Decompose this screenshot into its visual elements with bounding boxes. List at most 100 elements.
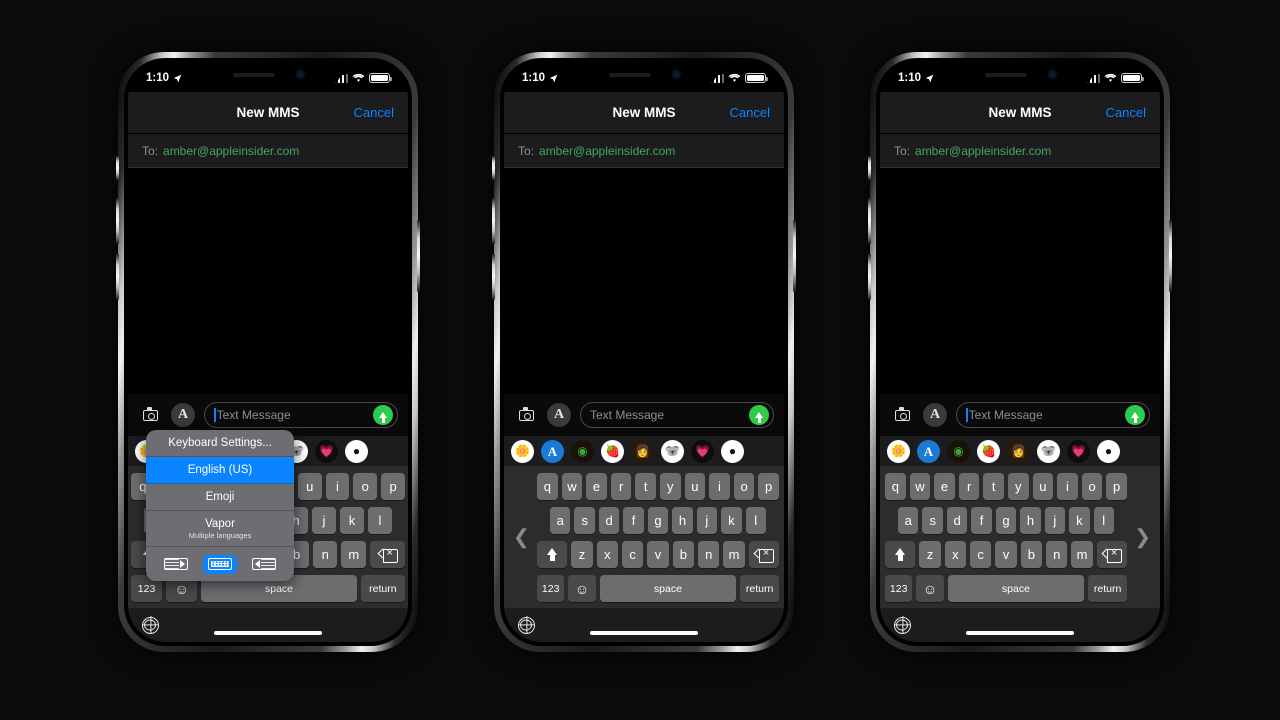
app-icon-app-store[interactable]: A xyxy=(917,439,940,463)
key-m[interactable]: m xyxy=(723,541,745,568)
volume-down-button[interactable] xyxy=(492,254,495,300)
key-b[interactable]: b xyxy=(672,541,695,568)
key-p[interactable]: p xyxy=(381,473,405,500)
numbers-key[interactable]: 123 xyxy=(885,575,913,602)
camera-icon[interactable] xyxy=(138,403,162,427)
key-p[interactable]: p xyxy=(758,473,779,500)
app-icon-animoji-koala[interactable]: 🐨 xyxy=(1037,439,1060,463)
key-d[interactable]: d xyxy=(598,507,620,534)
key-v[interactable]: v xyxy=(995,541,1017,568)
return-key[interactable]: return xyxy=(360,575,405,602)
key-c[interactable]: c xyxy=(969,541,992,568)
key-j[interactable]: j xyxy=(312,507,336,534)
numbers-key[interactable]: 123 xyxy=(537,575,565,602)
home-indicator[interactable] xyxy=(214,631,322,635)
key-k[interactable]: k xyxy=(721,507,742,534)
keyboard-option-english-us[interactable]: English (US) xyxy=(146,457,294,484)
keyboard-option-emoji[interactable]: Emoji xyxy=(146,484,294,511)
app-icon-more-apps[interactable]: ● xyxy=(345,439,368,463)
key-i[interactable]: i xyxy=(1057,473,1078,500)
key-n[interactable]: n xyxy=(312,541,338,568)
to-field[interactable]: To: amber@appleinsider.com xyxy=(880,134,1160,168)
key-p[interactable]: p xyxy=(1106,473,1127,500)
keyboard-option-vapor[interactable]: Vapor Multiple languages xyxy=(146,511,294,547)
key-k[interactable]: k xyxy=(340,507,364,534)
silence-switch[interactable] xyxy=(492,156,495,180)
app-icon-food-stickers[interactable]: 🍓 xyxy=(977,439,1000,463)
app-icon-hearts-stickers[interactable]: 💗 xyxy=(1067,439,1090,463)
keyboard-dock-right-icon[interactable] xyxy=(247,555,281,574)
key-d[interactable]: d xyxy=(946,507,968,534)
to-field[interactable]: To: amber@appleinsider.com xyxy=(504,134,784,168)
globe-keyboard-switch-icon[interactable] xyxy=(518,616,535,634)
key-w[interactable]: w xyxy=(561,473,583,500)
app-icon-photos[interactable]: 🌼 xyxy=(511,439,534,463)
key-f[interactable]: f xyxy=(623,507,644,534)
home-indicator[interactable] xyxy=(590,631,698,635)
camera-icon[interactable] xyxy=(514,403,538,427)
key-l[interactable]: l xyxy=(745,507,766,534)
app-icon-digital-touch[interactable]: ◉ xyxy=(571,439,594,463)
app-icon-digital-touch[interactable]: ◉ xyxy=(947,439,970,463)
message-input-field[interactable]: Text Message xyxy=(956,402,1150,428)
volume-up-button[interactable] xyxy=(868,198,871,244)
key-a[interactable]: a xyxy=(550,507,571,534)
expand-keyboard-right-chevron-icon[interactable]: ❯ xyxy=(1134,525,1151,550)
key-z[interactable]: z xyxy=(919,541,941,568)
key-y[interactable]: y xyxy=(1008,473,1029,500)
key-u[interactable]: u xyxy=(684,473,706,500)
key-q[interactable]: q xyxy=(885,473,906,500)
return-key[interactable]: return xyxy=(740,575,779,602)
key-q[interactable]: q xyxy=(537,473,558,500)
power-button[interactable] xyxy=(417,220,420,292)
message-input-field[interactable]: Text Message xyxy=(204,402,398,428)
cancel-button[interactable]: Cancel xyxy=(1106,105,1146,120)
key-j[interactable]: j xyxy=(1044,507,1066,534)
key-n[interactable]: n xyxy=(698,541,720,568)
key-k[interactable]: k xyxy=(1069,507,1090,534)
key-o[interactable]: o xyxy=(1081,473,1103,500)
camera-icon[interactable] xyxy=(890,403,914,427)
shift-key-icon[interactable] xyxy=(536,541,568,568)
globe-keyboard-switch-icon[interactable] xyxy=(894,616,911,634)
key-f[interactable]: f xyxy=(971,507,992,534)
silence-switch[interactable] xyxy=(116,156,119,180)
key-h[interactable]: h xyxy=(672,507,693,534)
key-c[interactable]: c xyxy=(621,541,644,568)
key-s[interactable]: s xyxy=(922,507,943,534)
volume-down-button[interactable] xyxy=(116,254,119,300)
keyboard-dock-left-icon[interactable] xyxy=(159,555,193,574)
key-g[interactable]: g xyxy=(995,507,1017,534)
app-icon-memoji[interactable]: 👩 xyxy=(1007,439,1030,463)
space-key[interactable]: space xyxy=(599,575,737,602)
to-field[interactable]: To: amber@appleinsider.com xyxy=(128,134,408,168)
app-icon-photos[interactable]: 🌼 xyxy=(887,439,910,463)
recipient-chip[interactable]: amber@appleinsider.com xyxy=(915,144,1051,158)
key-u[interactable]: u xyxy=(1032,473,1054,500)
keyboard-full-width-icon[interactable] xyxy=(203,554,237,574)
key-z[interactable]: z xyxy=(571,541,593,568)
key-l[interactable]: l xyxy=(1093,507,1114,534)
space-key[interactable]: space xyxy=(947,575,1085,602)
app-icon-food-stickers[interactable]: 🍓 xyxy=(601,439,624,463)
key-t[interactable]: t xyxy=(635,473,656,500)
keyboard-settings-item[interactable]: Keyboard Settings... xyxy=(146,430,294,457)
key-x[interactable]: x xyxy=(944,541,966,568)
backspace-key-icon[interactable] xyxy=(370,541,405,568)
backspace-key-icon[interactable] xyxy=(748,541,780,568)
app-icon-hearts-stickers[interactable]: 💗 xyxy=(315,439,338,463)
key-o[interactable]: o xyxy=(733,473,755,500)
message-input-field[interactable]: Text Message xyxy=(580,402,774,428)
app-store-icon[interactable]: A xyxy=(547,403,571,427)
key-o[interactable]: o xyxy=(353,473,378,500)
cancel-button[interactable]: Cancel xyxy=(354,105,394,120)
key-b[interactable]: b xyxy=(1020,541,1043,568)
key-e[interactable]: e xyxy=(586,473,607,500)
key-x[interactable]: x xyxy=(596,541,618,568)
key-v[interactable]: v xyxy=(647,541,669,568)
key-w[interactable]: w xyxy=(909,473,931,500)
app-icon-more-apps[interactable]: ● xyxy=(721,439,744,463)
key-m[interactable]: m xyxy=(1071,541,1093,568)
app-store-icon[interactable]: A xyxy=(923,403,947,427)
key-a[interactable]: a xyxy=(898,507,919,534)
